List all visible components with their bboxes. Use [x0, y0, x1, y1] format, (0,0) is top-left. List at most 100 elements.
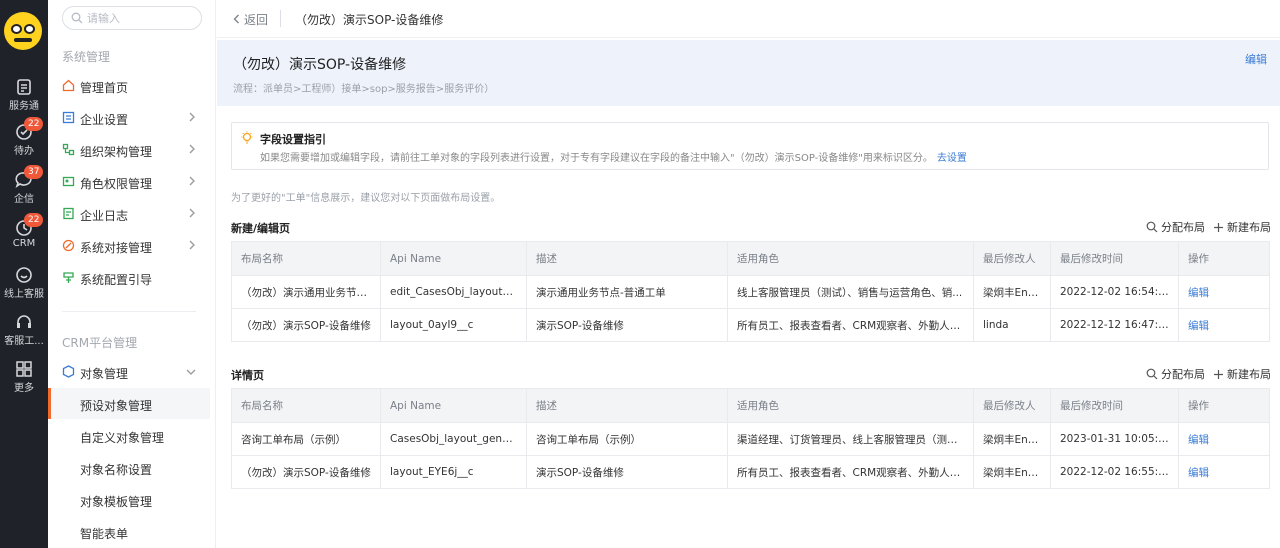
object-title: （勿改）演示SOP-设备维修	[233, 57, 407, 73]
app-logo[interactable]	[4, 12, 42, 50]
sidebar-sub-label: 对象名称设置	[80, 463, 153, 477]
sidebar-sub-preset-objects[interactable]: 预设对象管理	[48, 388, 210, 419]
assign-layout-button[interactable]: 分配布局	[1146, 219, 1205, 235]
chevron-right-icon	[189, 240, 195, 250]
new-layout-label: 新建布局	[1227, 221, 1271, 234]
assign-layout-button[interactable]: 分配布局	[1146, 366, 1205, 382]
rail-label: 服务通	[9, 101, 39, 112]
sidebar-item-label: 企业日志	[80, 209, 129, 223]
col-roles: 适用角色	[727, 241, 974, 276]
back-label: 返回	[244, 13, 269, 27]
guide-description: 如果您需要增加或编辑字段，请前往工单对象的字段列表进行设置，对于专有字段建议在字…	[260, 149, 967, 164]
rail-item-chat[interactable]: 37 企信	[0, 165, 48, 205]
sidebar-item-home[interactable]: 管理首页	[48, 71, 210, 101]
rail-item-crm[interactable]: 22 CRM	[0, 213, 48, 249]
grid-icon	[16, 361, 32, 377]
sidebar-sub-label: 自定义对象管理	[80, 431, 165, 445]
admin-sidebar: 系统管理 管理首页 企业设置 组织架构管理 角色权限管理 企业日志 系统对接管理…	[48, 0, 262, 548]
table-row: （勿改）演示通用业务节点... edit_CasesObj_layout_ge.…	[231, 275, 1270, 309]
field-guide-box: 字段设置指引 如果您需要增加或编辑字段，请前往工单对象的字段列表进行设置，对于专…	[231, 122, 1269, 170]
col-actions: 操作	[1178, 241, 1270, 276]
section-title-detail: 详情页	[231, 369, 264, 382]
table-row: 咨询工单布局（示例） CasesObj_layout_generat... 咨询…	[231, 422, 1270, 456]
sidebar-item-label: 系统配置引导	[80, 273, 153, 287]
col-api-name: Api Name	[380, 241, 527, 276]
sidebar-item-role[interactable]: 角色权限管理	[48, 167, 210, 197]
table-header-row: 布局名称 Api Name 描述 适用角色 最后修改人 最后修改时间 操作	[231, 388, 1270, 423]
sidebar-item-label: 企业设置	[80, 113, 129, 127]
cell-description: 演示SOP-设备维修	[526, 455, 728, 489]
cell-layout-name: （勿改）演示SOP-设备维修	[231, 455, 381, 489]
search-input[interactable]	[87, 10, 195, 26]
lightbulb-icon	[241, 131, 253, 144]
sidebar-item-integration[interactable]: 系统对接管理	[48, 231, 210, 261]
col-description: 描述	[526, 241, 728, 276]
company-icon	[62, 111, 75, 124]
sidebar-sub-custom-objects[interactable]: 自定义对象管理	[48, 420, 210, 451]
group-title-system: 系统管理	[62, 50, 111, 64]
cell-roles: 所有员工、报表查看者、CRM观察者、外勤人员...	[727, 308, 974, 342]
group-title-crm: CRM平台管理	[62, 336, 138, 350]
rail-item-service[interactable]: 服务通	[0, 78, 48, 112]
sidebar-item-object-mgmt[interactable]: 对象管理	[48, 357, 210, 387]
col-roles: 适用角色	[727, 388, 974, 423]
col-api-name: Api Name	[380, 388, 527, 423]
org-icon	[62, 143, 75, 156]
page-title: （勿改）演示SOP-设备维修	[295, 13, 444, 27]
header-edit-link[interactable]: 编辑	[1245, 51, 1267, 67]
cell-modifier: 梁炯丰Entey	[973, 455, 1051, 489]
app-rail: 服务通 22 待办 37 企信 22 CRM 线上客服 客服工... 更多	[0, 0, 48, 548]
chevron-left-icon	[233, 14, 239, 24]
top-bar: 返回 （勿改）演示SOP-设备维修	[217, 0, 1280, 38]
sidebar-item-org[interactable]: 组织架构管理	[48, 135, 210, 165]
search-icon	[1146, 221, 1158, 233]
sidebar-search[interactable]	[62, 6, 202, 30]
col-actions: 操作	[1178, 388, 1270, 423]
sidebar-sub-object-names[interactable]: 对象名称设置	[48, 452, 210, 483]
plus-icon	[1214, 223, 1223, 232]
chat-badge: 37	[24, 165, 44, 179]
row-edit-link[interactable]: 编辑	[1178, 422, 1270, 456]
object-icon	[62, 365, 75, 378]
rail-item-more[interactable]: 更多	[0, 360, 48, 394]
role-icon	[62, 176, 75, 187]
back-link[interactable]: 返回	[233, 11, 268, 28]
new-layout-label: 新建布局	[1227, 368, 1271, 381]
cell-roles: 线上客服管理员（测试）、销售与运营角色、销...	[727, 275, 974, 309]
row-edit-link[interactable]: 编辑	[1178, 308, 1270, 342]
sidebar-sub-object-templates[interactable]: 对象模板管理	[48, 484, 210, 515]
cell-modified-time: 2022-12-02 16:55:42	[1050, 455, 1179, 489]
headset-icon	[17, 315, 31, 328]
cell-api-name: layout_0ayI9__c	[380, 308, 527, 342]
chevron-right-icon	[189, 112, 195, 122]
col-description: 描述	[526, 388, 728, 423]
crm-badge: 22	[24, 213, 44, 227]
rail-label: 更多	[14, 383, 34, 394]
rail-item-online-service[interactable]: 线上客服	[0, 266, 48, 300]
new-layout-button[interactable]: 新建布局	[1213, 219, 1271, 235]
cell-modified-time: 2022-12-02 16:54:35	[1050, 275, 1179, 309]
table-row: （勿改）演示SOP-设备维修 layout_0ayI9__c 演示SOP-设备维…	[231, 308, 1270, 342]
sidebar-item-log[interactable]: 企业日志	[48, 199, 210, 229]
row-edit-link[interactable]: 编辑	[1178, 455, 1270, 489]
guide-icon	[63, 272, 74, 283]
rail-item-todo[interactable]: 22 待办	[0, 117, 48, 157]
sidebar-sub-label: 智能表单	[80, 527, 129, 541]
guide-title: 字段设置指引	[260, 133, 326, 146]
table-row: （勿改）演示SOP-设备维修 layout_EYE6j__c 演示SOP-设备维…	[231, 455, 1270, 489]
sidebar-item-config-guide[interactable]: 系统配置引导	[48, 263, 210, 293]
sidebar-sub-smart-form[interactable]: 智能表单	[48, 516, 210, 547]
cell-description: 演示SOP-设备维修	[526, 308, 728, 342]
chevron-right-icon	[189, 176, 195, 186]
row-edit-link[interactable]: 编辑	[1178, 275, 1270, 309]
layout-tip: 为了更好的"工单"信息展示，建议您对以下页面做布局设置。	[231, 193, 501, 204]
rail-label: 线上客服	[4, 289, 44, 300]
cell-description: 咨询工单布局（示例）	[526, 422, 728, 456]
rail-item-headset[interactable]: 客服工...	[0, 313, 48, 347]
col-layout-name: 布局名称	[231, 241, 381, 276]
go-settings-link[interactable]: 去设置	[937, 153, 967, 164]
new-layout-button[interactable]: 新建布局	[1213, 366, 1271, 382]
sidebar-item-company[interactable]: 企业设置	[48, 103, 210, 133]
sidebar-item-label: 系统对接管理	[80, 241, 153, 255]
sidebar-item-label: 对象管理	[80, 367, 129, 381]
